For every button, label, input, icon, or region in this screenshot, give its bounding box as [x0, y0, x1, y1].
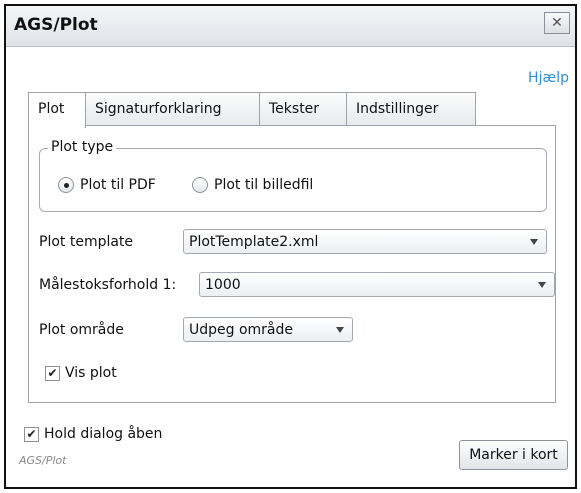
tab-indstillinger[interactable]: Indstillinger	[346, 92, 476, 126]
radio-pdf-button[interactable]	[58, 177, 74, 193]
vis-plot-label: Vis plot	[65, 365, 117, 381]
hold-dialog-checkbox-row[interactable]: ✔ Hold dialog åben	[24, 426, 162, 442]
tab-tekster[interactable]: Tekster	[259, 92, 347, 126]
tab-plot[interactable]: Plot	[28, 92, 86, 128]
plot-area-select[interactable]: Udpeg område	[183, 317, 353, 342]
close-icon: ✕	[551, 15, 563, 31]
tab-signaturforklaring[interactable]: Signaturforklaring	[85, 92, 260, 126]
scale-value: 1000	[205, 276, 241, 293]
scale-label: Målestoksforhold 1:	[39, 277, 177, 293]
radio-image-button[interactable]	[192, 177, 208, 193]
scale-select[interactable]: 1000	[199, 272, 555, 297]
vis-plot-checkbox[interactable]: ✔	[45, 365, 60, 381]
plot-tab-panel: Plot type Plot til PDF Plot til billedfi…	[28, 125, 556, 403]
vis-plot-checkbox-row[interactable]: ✔ Vis plot	[45, 365, 117, 381]
plot-area-label: Plot område	[39, 322, 124, 338]
plot-dialog: AGS/Plot ✕ Hjælp Plot Signaturforklaring…	[4, 4, 577, 489]
hold-dialog-checkbox[interactable]: ✔	[24, 426, 39, 442]
chevron-down-icon	[538, 282, 546, 288]
checkmark-icon: ✔	[47, 366, 58, 380]
radio-plot-image[interactable]: Plot til billedfil	[192, 177, 313, 193]
mark-on-map-button[interactable]: Marker i kort	[459, 440, 568, 470]
checkmark-icon: ✔	[26, 427, 37, 441]
help-link[interactable]: Hjælp	[528, 70, 569, 86]
close-button[interactable]: ✕	[544, 12, 570, 34]
plot-template-label: Plot template	[39, 234, 134, 250]
hold-dialog-label: Hold dialog åben	[44, 426, 163, 442]
radio-image-label: Plot til billedfil	[214, 177, 314, 193]
plot-type-legend: Plot type	[48, 139, 117, 155]
plot-template-value: PlotTemplate2.xml	[189, 233, 319, 250]
plot-template-select[interactable]: PlotTemplate2.xml	[183, 229, 547, 254]
radio-plot-pdf[interactable]: Plot til PDF	[58, 177, 156, 193]
app-footer-name: AGS/Plot	[19, 454, 67, 467]
radio-pdf-label: Plot til PDF	[80, 177, 156, 193]
chevron-down-icon	[336, 327, 344, 333]
dialog-title: AGS/Plot	[14, 15, 98, 35]
chevron-down-icon	[530, 239, 538, 245]
plot-area-value: Udpeg område	[189, 321, 294, 338]
title-bar[interactable]: AGS/Plot ✕	[6, 6, 575, 47]
plot-type-group: Plot type Plot til PDF Plot til billedfi…	[39, 139, 547, 212]
